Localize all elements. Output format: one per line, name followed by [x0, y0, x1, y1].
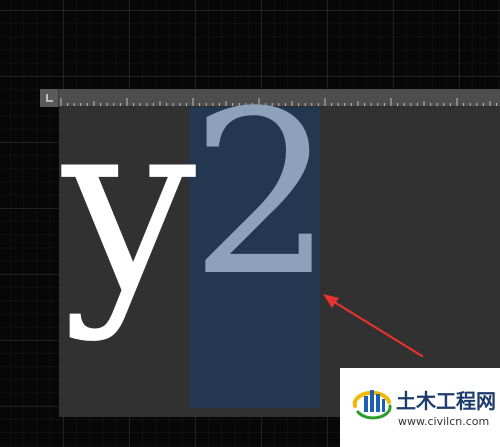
text-glyph-y[interactable]: y — [62, 88, 196, 326]
civilcn-logo-icon — [352, 390, 392, 420]
ruler-origin-corner[interactable] — [40, 89, 59, 107]
watermark-url: www.civilcn.com — [398, 415, 490, 428]
watermark-badge: 土木工程网 www.civilcn.com — [340, 368, 500, 447]
watermark-title: 土木工程网 — [396, 389, 496, 413]
ruler-corner-icon — [46, 94, 53, 102]
design-canvas[interactable]: y 2 土木工程网 www.civilcn.com — [0, 0, 500, 447]
text-glyph-2-selected[interactable]: 2 — [190, 82, 334, 308]
